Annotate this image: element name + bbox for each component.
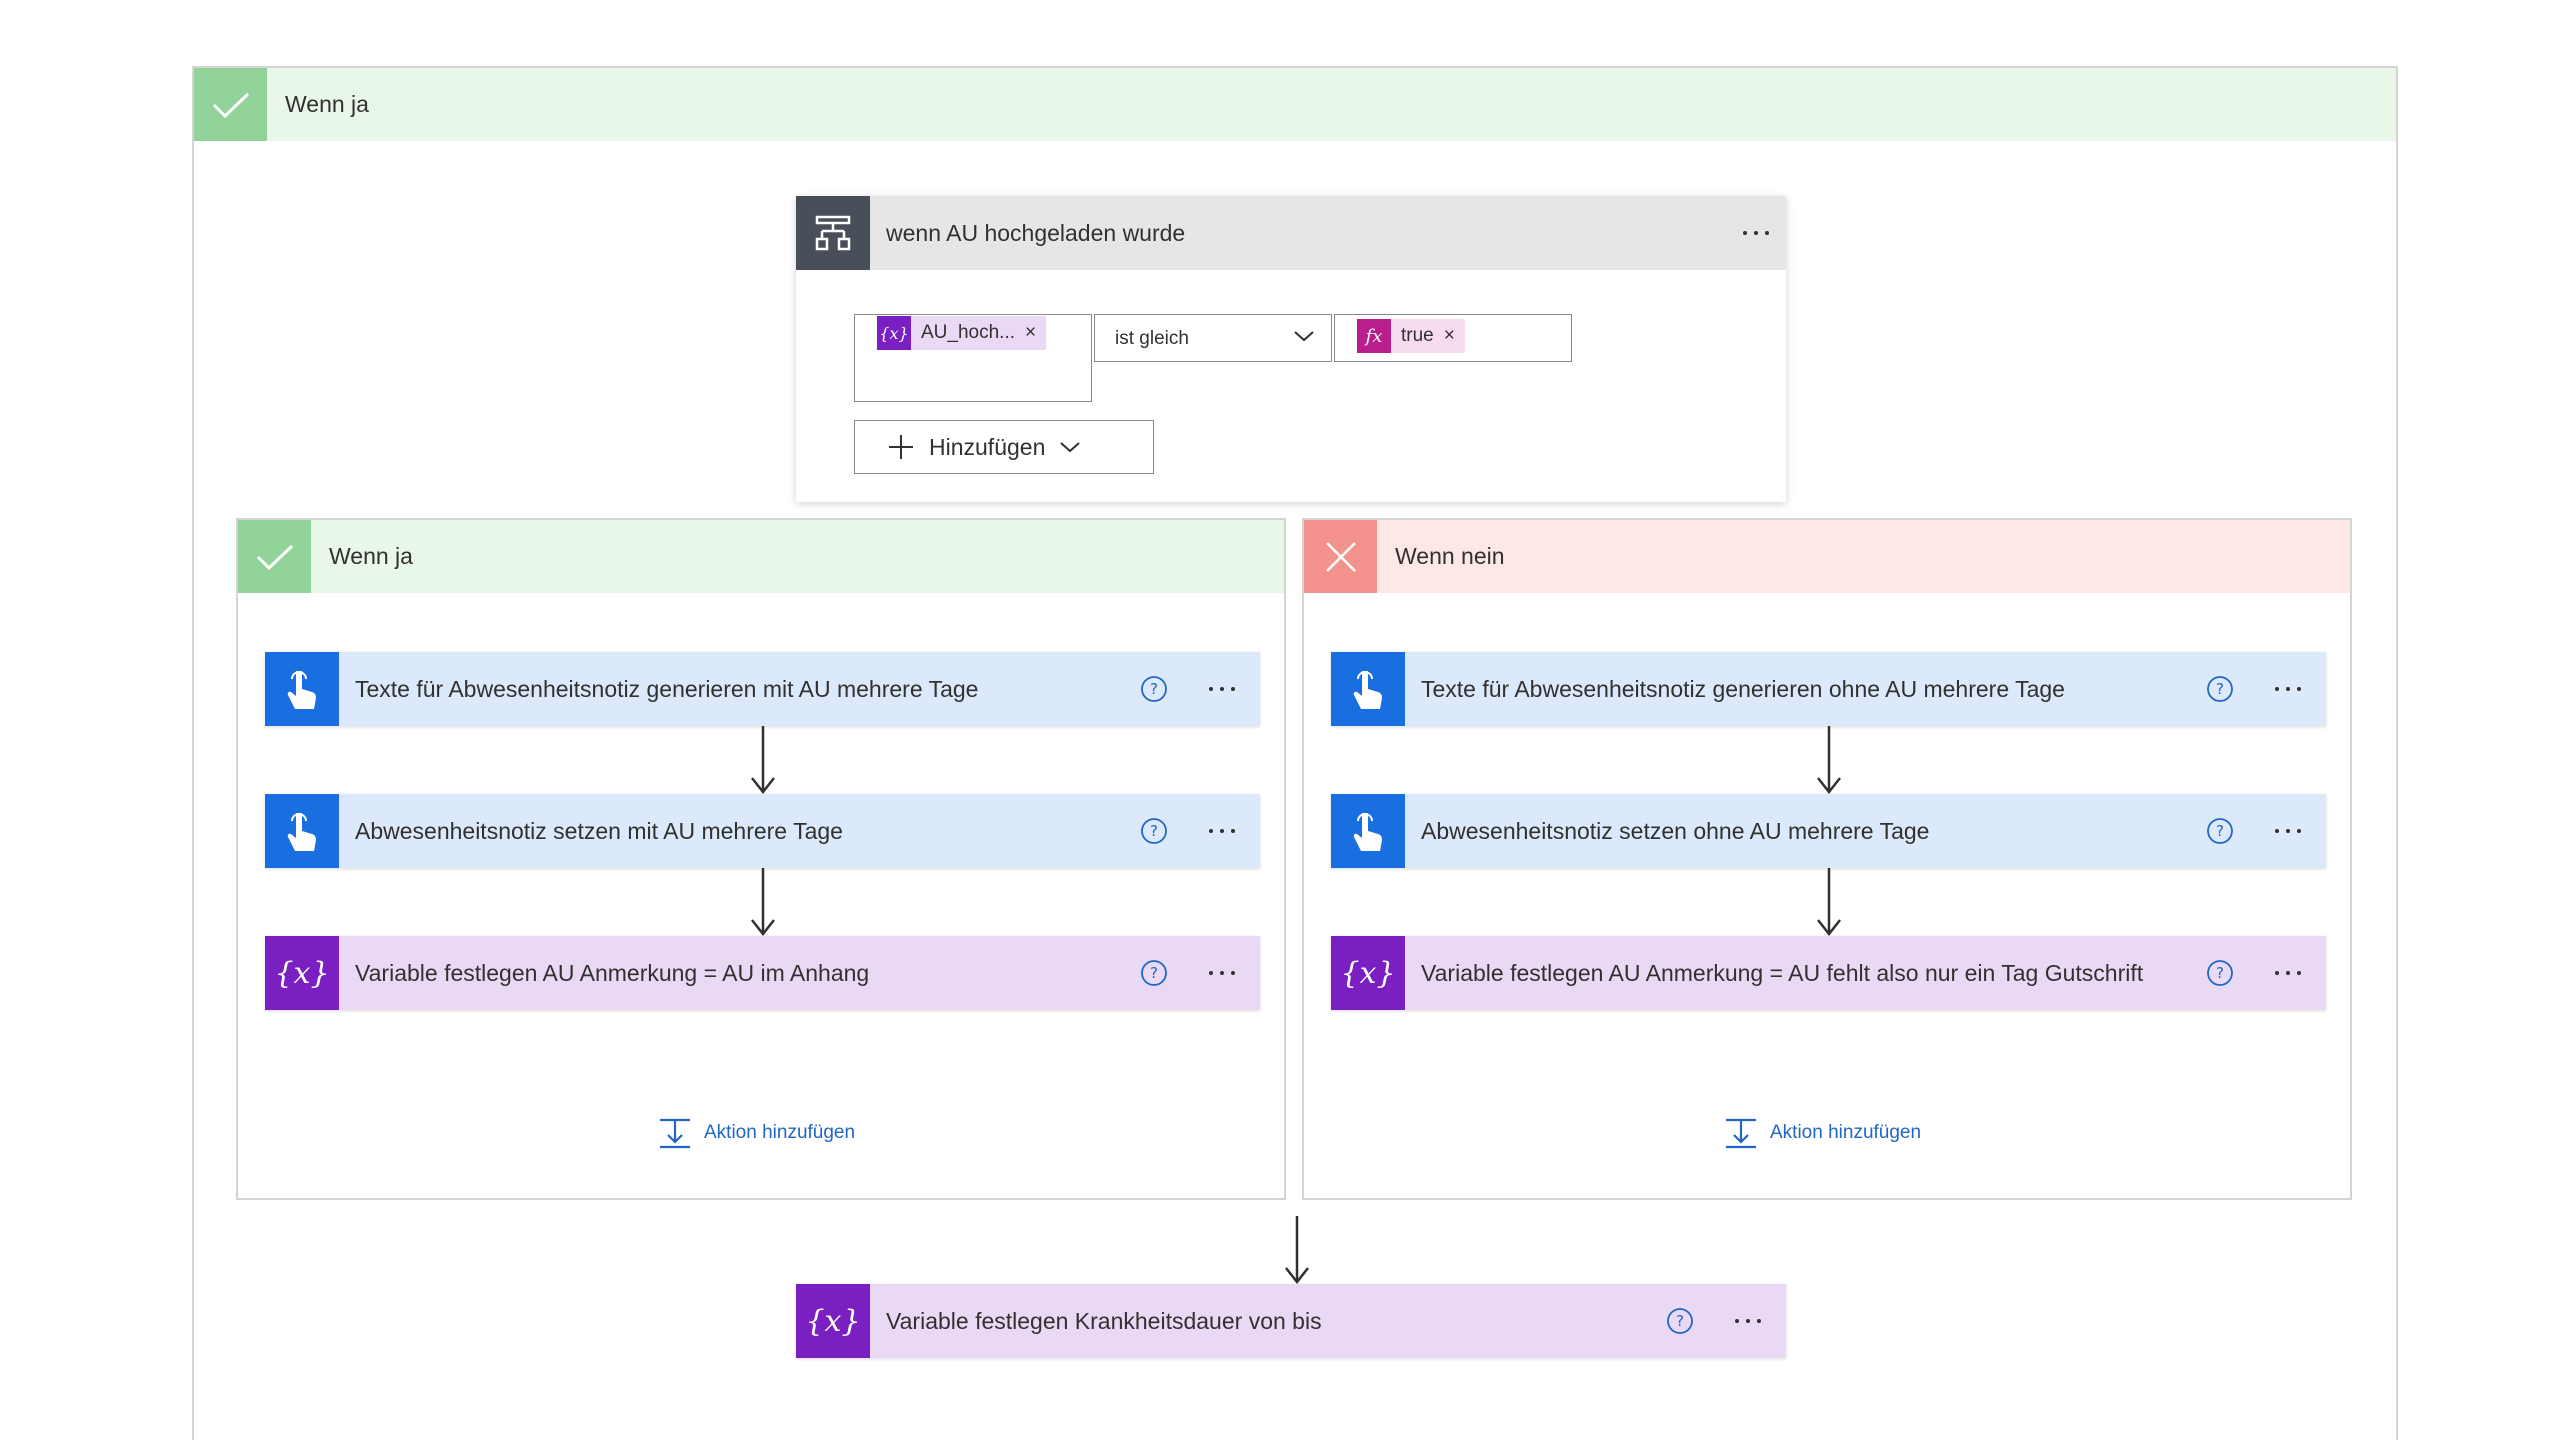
help-icon[interactable]: ? xyxy=(2206,817,2234,845)
no-action-3-label: Variable festlegen AU Anmerkung = AU feh… xyxy=(1421,959,2144,986)
svg-text:?: ? xyxy=(1676,1312,1684,1330)
final-action-label: Variable festlegen Krankheitsdauer von b… xyxy=(886,1307,1322,1334)
left-token-remove-button[interactable]: × xyxy=(1025,322,1046,344)
yes-action-2[interactable]: Abwesenheitsnotiz setzen mit AU mehrere … xyxy=(265,794,1260,868)
final-action-more-button[interactable] xyxy=(1718,1284,1778,1358)
no-add-action-label: Aktion hinzufügen xyxy=(1770,1122,1922,1143)
no-action-2[interactable]: Abwesenheitsnotiz setzen ohne AU mehrere… xyxy=(1331,794,2326,868)
arrow-down-icon xyxy=(1817,868,1841,936)
no-branch-header[interactable]: Wenn nein xyxy=(1304,520,2350,593)
condition-icon xyxy=(796,196,870,270)
svg-text:?: ? xyxy=(2216,964,2224,982)
yes-branch-header[interactable]: Wenn ja xyxy=(238,520,1284,593)
yes-action-1-label: Texte für Abwesenheitsnotiz generieren m… xyxy=(355,675,979,702)
yes-add-action-label: Aktion hinzufügen xyxy=(704,1122,856,1143)
no-action-1-more-button[interactable] xyxy=(2258,652,2318,726)
final-action[interactable]: {x} Variable festlegen Krankheitsdauer v… xyxy=(796,1284,1786,1358)
close-icon xyxy=(1304,520,1377,593)
variable-icon: {x} xyxy=(796,1284,870,1358)
help-icon[interactable]: ? xyxy=(1140,675,1168,703)
left-variable-token[interactable]: {x} AU_hoch... × xyxy=(877,316,1047,350)
condition-card: wenn AU hochgeladen wurde {x} AU_hoch...… xyxy=(796,196,1786,502)
condition-right-operand[interactable]: fx true × xyxy=(1334,314,1572,362)
touch-icon xyxy=(1331,794,1405,868)
arrow-down-icon xyxy=(1817,726,1841,794)
right-token-remove-button[interactable]: × xyxy=(1444,325,1465,347)
svg-text:?: ? xyxy=(2216,822,2224,840)
right-expression-token[interactable]: fx true × xyxy=(1357,319,1465,353)
add-action-icon xyxy=(660,1118,690,1149)
yes-action-2-more-button[interactable] xyxy=(1192,794,1252,868)
no-action-1[interactable]: Texte für Abwesenheitsnotiz generieren o… xyxy=(1331,652,2326,726)
svg-text:?: ? xyxy=(1150,964,1158,982)
operator-value: ist gleich xyxy=(1115,328,1189,349)
help-icon[interactable]: ? xyxy=(1140,959,1168,987)
condition-left-operand[interactable]: {x} AU_hoch... × xyxy=(854,314,1092,402)
no-action-2-more-button[interactable] xyxy=(2258,794,2318,868)
yes-action-3-label: Variable festlegen AU Anmerkung = AU im … xyxy=(355,959,870,986)
help-icon[interactable]: ? xyxy=(2206,675,2234,703)
help-icon[interactable]: ? xyxy=(2206,959,2234,987)
help-icon[interactable]: ? xyxy=(1666,1307,1694,1335)
fx-icon: fx xyxy=(1357,319,1391,353)
outer-yes-scope-title: Wenn ja xyxy=(285,91,369,117)
yes-branch-title: Wenn ja xyxy=(329,543,413,569)
condition-more-button[interactable] xyxy=(1726,196,1786,270)
plus-icon xyxy=(889,435,913,459)
add-action-icon xyxy=(1726,1118,1756,1149)
condition-operator-dropdown[interactable]: ist gleich xyxy=(1094,314,1332,362)
no-action-3[interactable]: {x} Variable festlegen AU Anmerkung = AU… xyxy=(1331,936,2326,1010)
yes-action-3[interactable]: {x} Variable festlegen AU Anmerkung = AU… xyxy=(265,936,1260,1010)
yes-action-3-more-button[interactable] xyxy=(1192,936,1252,1010)
no-action-3-more-button[interactable] xyxy=(2258,936,2318,1010)
outer-yes-scope-header[interactable]: Wenn ja xyxy=(194,68,2396,141)
right-token-label: true xyxy=(1401,325,1434,346)
variable-icon: {x} xyxy=(877,316,911,350)
left-token-label: AU_hoch... xyxy=(921,322,1015,343)
no-action-1-label: Texte für Abwesenheitsnotiz generieren o… xyxy=(1421,675,2065,702)
help-icon[interactable]: ? xyxy=(1140,817,1168,845)
no-branch-scope: Wenn nein Texte für Abwesenheitsnotiz ge… xyxy=(1302,518,2352,1200)
add-condition-button[interactable]: Hinzufügen xyxy=(854,420,1154,474)
touch-icon xyxy=(265,794,339,868)
yes-action-1-more-button[interactable] xyxy=(1192,652,1252,726)
arrow-down-icon xyxy=(1285,1216,1309,1284)
svg-text:?: ? xyxy=(2216,680,2224,698)
no-action-2-label: Abwesenheitsnotiz setzen ohne AU mehrere… xyxy=(1421,817,1930,844)
condition-title: wenn AU hochgeladen wurde xyxy=(886,219,1186,246)
arrow-down-icon xyxy=(751,868,775,936)
yes-add-action-link[interactable]: Aktion hinzufügen xyxy=(658,1116,855,1150)
arrow-down-icon xyxy=(751,726,775,794)
condition-header[interactable]: wenn AU hochgeladen wurde xyxy=(796,196,1786,270)
chevron-down-icon xyxy=(1060,442,1081,453)
touch-icon xyxy=(1331,652,1405,726)
yes-branch-scope: Wenn ja Texte für Abwesenheitsnotiz gene… xyxy=(236,518,1286,1200)
chevron-down-icon xyxy=(1294,331,1314,342)
touch-icon xyxy=(265,652,339,726)
yes-action-1[interactable]: Texte für Abwesenheitsnotiz generieren m… xyxy=(265,652,1260,726)
svg-text:?: ? xyxy=(1150,680,1158,698)
variable-icon: {x} xyxy=(265,936,339,1010)
no-branch-title: Wenn nein xyxy=(1395,543,1505,569)
svg-text:?: ? xyxy=(1150,822,1158,840)
no-add-action-link[interactable]: Aktion hinzufügen xyxy=(1724,1116,1921,1150)
variable-icon: {x} xyxy=(1331,936,1405,1010)
checkmark-icon xyxy=(194,68,267,141)
add-condition-label: Hinzufügen xyxy=(929,433,1046,460)
yes-action-2-label: Abwesenheitsnotiz setzen mit AU mehrere … xyxy=(355,817,843,844)
checkmark-icon xyxy=(238,520,311,593)
